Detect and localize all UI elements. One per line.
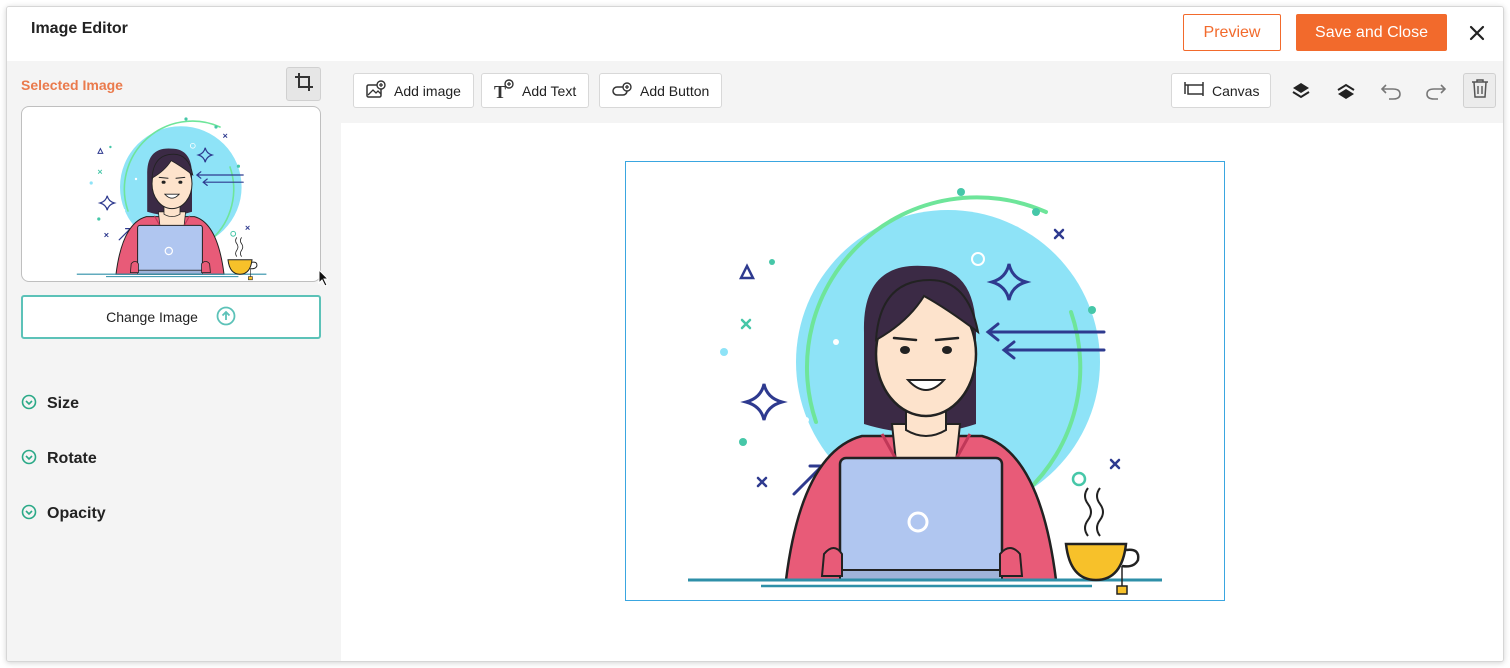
canvas-area	[341, 123, 1503, 661]
close-icon[interactable]	[1466, 22, 1488, 44]
preview-button[interactable]: Preview	[1183, 14, 1281, 51]
selected-image-thumbnail[interactable]	[21, 106, 321, 282]
save-and-close-button[interactable]: Save and Close	[1296, 14, 1447, 51]
section-opacity[interactable]: Opacity	[21, 503, 106, 525]
add-button-button[interactable]: Add Button	[599, 73, 723, 108]
add-image-button[interactable]: Add image	[353, 73, 474, 108]
selected-image-on-canvas[interactable]	[625, 161, 1225, 601]
add-text-icon: T	[494, 79, 514, 102]
chevron-down-icon	[21, 394, 37, 415]
add-button-icon	[612, 81, 632, 100]
svg-text:T: T	[494, 82, 506, 99]
thumbnail-illustration	[22, 107, 321, 282]
section-rotate[interactable]: Rotate	[21, 448, 97, 470]
crop-icon	[294, 72, 314, 97]
canvas-icon	[1184, 81, 1204, 100]
canvas-button[interactable]: Canvas	[1171, 73, 1271, 108]
add-text-label: Add Text	[522, 82, 577, 99]
editor-toolbar: Add image T Add Text Add Button Canvas	[341, 61, 1503, 123]
section-opacity-label: Opacity	[47, 505, 106, 522]
section-rotate-label: Rotate	[47, 450, 97, 467]
change-image-label: Change Image	[106, 309, 198, 325]
crop-button[interactable]	[286, 67, 321, 101]
editor-header: Image Editor Preview Save and Close	[7, 7, 1503, 61]
add-text-button[interactable]: T Add Text	[481, 73, 590, 108]
delete-button[interactable]	[1463, 73, 1496, 108]
undo-icon[interactable]	[1378, 78, 1404, 104]
change-image-button[interactable]: Change Image	[21, 295, 321, 339]
add-image-label: Add image	[394, 82, 461, 99]
add-button-label: Add Button	[640, 82, 710, 99]
chevron-down-icon	[21, 504, 37, 525]
send-backward-icon[interactable]	[1288, 78, 1314, 104]
mouse-cursor-icon	[318, 268, 330, 292]
image-editor-window: Image Editor Preview Save and Close Sele…	[6, 6, 1504, 662]
page-title: Image Editor	[31, 20, 128, 37]
add-image-icon	[366, 80, 386, 101]
trash-icon	[1471, 78, 1489, 103]
section-size-label: Size	[47, 395, 80, 412]
chevron-down-icon	[21, 449, 37, 470]
properties-panel: Selected Image Change Image Size Rotate …	[7, 61, 341, 661]
redo-icon[interactable]	[1423, 78, 1449, 104]
selected-image-label: Selected Image	[21, 77, 123, 93]
bring-forward-icon[interactable]	[1333, 78, 1359, 104]
upload-icon	[216, 306, 236, 329]
canvas-label: Canvas	[1212, 82, 1260, 99]
section-size[interactable]: Size	[21, 393, 79, 415]
canvas-illustration	[626, 162, 1225, 601]
